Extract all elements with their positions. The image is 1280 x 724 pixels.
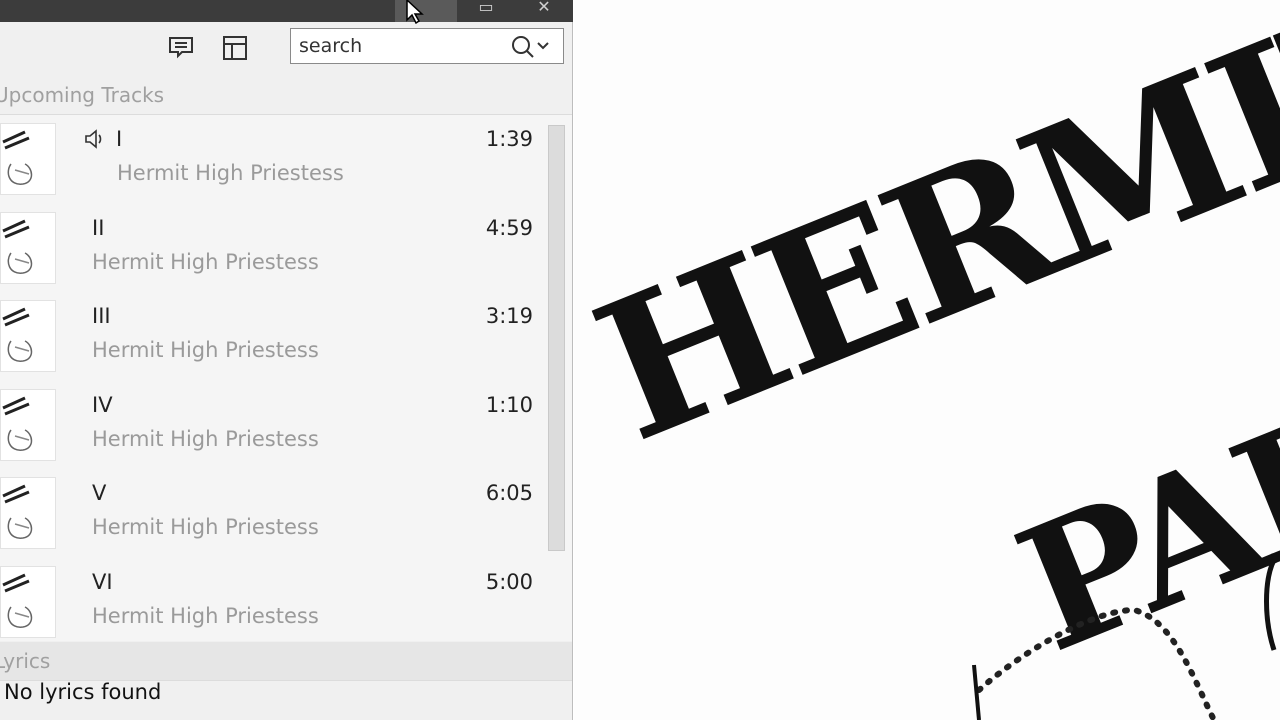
track-title: VI [92, 569, 113, 594]
track-thumbnail [0, 300, 56, 372]
track-row[interactable]: VI Hermit High Priestess 5:00 [0, 558, 545, 642]
track-title: II [92, 215, 105, 240]
layout-button[interactable] [221, 34, 249, 62]
track-row[interactable]: II Hermit High Priestess 4:59 [0, 204, 545, 292]
album-art: HERMIT PAPE [569, 0, 1280, 723]
comment-icon [169, 37, 193, 59]
track-thumbnail [0, 565, 56, 638]
track-artist: Hermit High Priestess [92, 426, 319, 451]
search-icon[interactable] [511, 35, 559, 59]
lyrics-message: No lyrics found [4, 680, 162, 704]
upcoming-tracks-header: Upcoming Tracks [0, 76, 572, 115]
track-row[interactable]: I Hermit High Priestess 1:39 [0, 115, 545, 203]
album-thumbnail-icon [2, 573, 33, 628]
album-thumbnail-icon [2, 484, 33, 539]
close-icon: ✕ [537, 0, 551, 16]
maximize-button[interactable]: ▭ [470, 0, 502, 22]
track-thumbnail [0, 123, 56, 195]
now-playing-speaker-icon [84, 129, 106, 153]
album-thumbnail-icon [2, 307, 33, 362]
track-row[interactable]: V Hermit High Priestess 6:05 [0, 469, 545, 557]
track-artist: Hermit High Priestess [92, 515, 319, 539]
layout-icon [223, 36, 247, 60]
track-artist: Hermit High Priestess [117, 161, 344, 185]
track-duration: 6:05 [485, 481, 533, 505]
track-thumbnail [0, 477, 56, 549]
lyrics-toggle-button[interactable] [167, 34, 195, 62]
search-input[interactable] [299, 33, 495, 59]
track-row[interactable]: III Hermit High Priestess 3:19 [0, 292, 545, 380]
mouse-cursor-icon [406, 0, 424, 24]
maximize-icon: ▭ [478, 0, 494, 16]
album-thumbnail-icon [2, 219, 33, 274]
track-thumbnail [0, 388, 56, 461]
album-art-line-1: HERMIT [574, 0, 1280, 484]
title-bar: ▭ ✕ [0, 0, 573, 22]
album-thumbnail-icon [2, 396, 33, 451]
search-box[interactable] [290, 28, 564, 64]
track-title: III [92, 304, 111, 328]
album-art-drawing: HERMIT PAPE [569, 0, 1280, 723]
track-duration: 4:59 [485, 215, 533, 240]
track-title: V [92, 481, 107, 505]
album-art-line-2: PAPE [993, 328, 1280, 691]
scrollbar-thumb[interactable] [548, 125, 565, 551]
track-duration: 5:00 [485, 569, 533, 594]
track-duration: 3:19 [485, 304, 533, 328]
upcoming-track-list: VI Hermit High Priestess 5:00 V Hermit High … [0, 115, 572, 641]
now-playing-panel: Upcoming Tracks VIHermit High Priestess5… [0, 22, 573, 720]
track-row[interactable]: IV Hermit High Priestess 1:10 [0, 381, 545, 469]
lyrics-header: Lyrics [0, 642, 572, 681]
track-thumbnail [0, 211, 56, 284]
track-duration: 1:10 [485, 392, 533, 417]
track-artist: Hermit High Priestess [92, 603, 319, 628]
track-artist: Hermit High Priestess [92, 249, 319, 274]
track-title: IV [92, 392, 113, 417]
track-duration: 1:39 [485, 127, 533, 151]
track-title: I [116, 127, 123, 151]
upcoming-tracks-title: Upcoming Tracks [0, 83, 165, 107]
track-artist: Hermit High Priestess [92, 338, 319, 362]
lyrics-title: Lyrics [0, 649, 51, 673]
album-thumbnail-icon [2, 130, 33, 185]
close-button[interactable]: ✕ [528, 0, 560, 22]
